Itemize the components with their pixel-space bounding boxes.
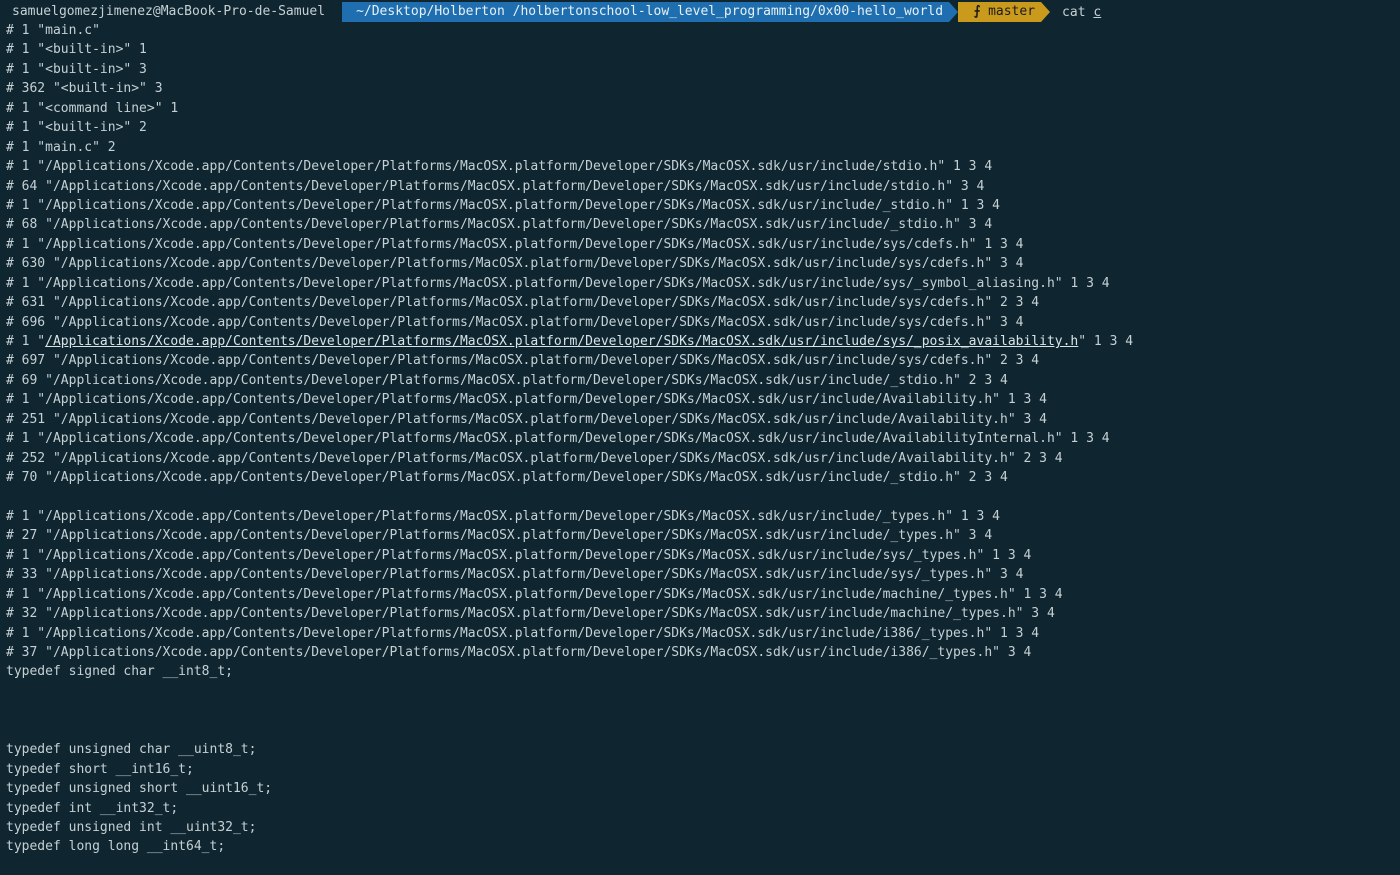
terminal-output: # 1 "main.c" # 1 "<built-in>" 1 # 1 "<buil… — [6, 21, 1400, 857]
output-line: # 1 "/Applications/Xcode.app/Contents/De… — [6, 586, 1063, 602]
output-line: typedef unsigned short __uint16_t; — [6, 781, 273, 797]
output-line: # 1 "/Applications/Xcode.app/Contents/De… — [6, 547, 1032, 563]
git-branch-label: master — [988, 4, 1036, 19]
link-suffix: " 1 3 4 — [1078, 334, 1134, 349]
output-line: # 1 "main.c" — [6, 23, 100, 38]
output-line: # 362 "<built-in>" 3 — [6, 81, 163, 97]
output-line: # 1 "<command line>" 1 — [6, 100, 179, 116]
output-line: # 1 "/Applications/Xcode.app/Contents/De… — [6, 508, 1000, 524]
output-line: # 1 "/Applications/Xcode.app/Contents/De… — [6, 159, 993, 175]
output-line: typedef short __int16_t; — [6, 761, 194, 777]
output-line: # 1 "/Applications/Xcode.app/Contents/De… — [6, 236, 1024, 252]
text-cursor: c — [1093, 4, 1102, 20]
output-line: # 1 "/Applications/Xcode.app/Contents/De… — [6, 392, 1047, 408]
output-line: # 252 "/Applications/Xcode.app/Contents/… — [6, 450, 1063, 466]
terminal-window[interactable]: samuelgomezjimenez@MacBook-Pro-de-Samuel… — [0, 0, 1400, 875]
output-line: # 697 "/Applications/Xcode.app/Contents/… — [6, 353, 1040, 369]
output-line: # 631 "/Applications/Xcode.app/Contents/… — [6, 295, 1040, 311]
prompt-separator-arrow — [1041, 2, 1051, 22]
git-branch-icon: ⨍ — [973, 4, 981, 19]
prompt-separator-arrow — [949, 2, 959, 22]
output-line: # 1 "/Applications/Xcode.app/Contents/De… — [6, 275, 1110, 291]
output-line: # 1 "<built-in>" 2 — [6, 120, 147, 136]
output-line: typedef int __int32_t; — [6, 800, 179, 816]
command-text: cat — [1062, 4, 1094, 20]
prompt-current-path: ~/Desktop/Holberton /holbertonschool-low… — [342, 2, 950, 22]
output-line: # 64 "/Applications/Xcode.app/Contents/D… — [6, 178, 985, 194]
prompt-git-branch: ⨍ master — [958, 2, 1042, 22]
output-line: # 69 "/Applications/Xcode.app/Contents/D… — [6, 372, 1008, 388]
output-line: # 27 "/Applications/Xcode.app/Contents/D… — [6, 528, 993, 544]
prompt-separator-arrow — [329, 2, 339, 22]
output-line: typedef long long __int64_t; — [6, 839, 226, 855]
output-line: typedef unsigned char __uint8_t; — [6, 742, 257, 758]
output-line: # 1 "/Applications/Xcode.app/Contents/De… — [6, 625, 1040, 641]
output-line: # 1 "<built-in>" 3 — [6, 61, 147, 77]
output-line: # 1 "/Applications/Xcode.app/Contents/De… — [6, 431, 1110, 447]
shell-prompt: samuelgomezjimenez@MacBook-Pro-de-Samuel… — [0, 2, 1101, 22]
output-line: # 1 "main.c" 2 — [6, 139, 116, 155]
output-line: # 1 "/Applications/Xcode.app/Contents/De… — [6, 197, 1000, 213]
output-line: # 1 "/Applications/Xcode.app/Contents/De… — [6, 332, 1400, 351]
output-line: # 1 "<built-in>" 1 — [6, 42, 147, 58]
command-input[interactable]: cat c — [1050, 5, 1101, 20]
output-line: # 251 "/Applications/Xcode.app/Contents/… — [6, 411, 1047, 427]
output-line: # 68 "/Applications/Xcode.app/Contents/D… — [6, 217, 993, 233]
file-path-link[interactable]: /Applications/Xcode.app/Contents/Develop… — [45, 334, 1078, 349]
output-line: # 696 "/Applications/Xcode.app/Contents/… — [6, 314, 1024, 330]
link-prefix: # 1 " — [6, 334, 46, 349]
prompt-user-host: samuelgomezjimenez@MacBook-Pro-de-Samuel — [0, 2, 330, 22]
output-line: # 33 "/Applications/Xcode.app/Contents/D… — [6, 567, 1024, 583]
output-line: # 37 "/Applications/Xcode.app/Contents/D… — [6, 645, 1032, 660]
output-line: typedef signed char __int8_t; — [6, 664, 233, 680]
output-line: # 32 "/Applications/Xcode.app/Contents/D… — [6, 606, 1055, 622]
output-line: # 70 "/Applications/Xcode.app/Contents/D… — [6, 470, 1008, 486]
output-line: typedef unsigned int __uint32_t; — [6, 819, 257, 835]
output-line: # 630 "/Applications/Xcode.app/Contents/… — [6, 256, 1024, 272]
